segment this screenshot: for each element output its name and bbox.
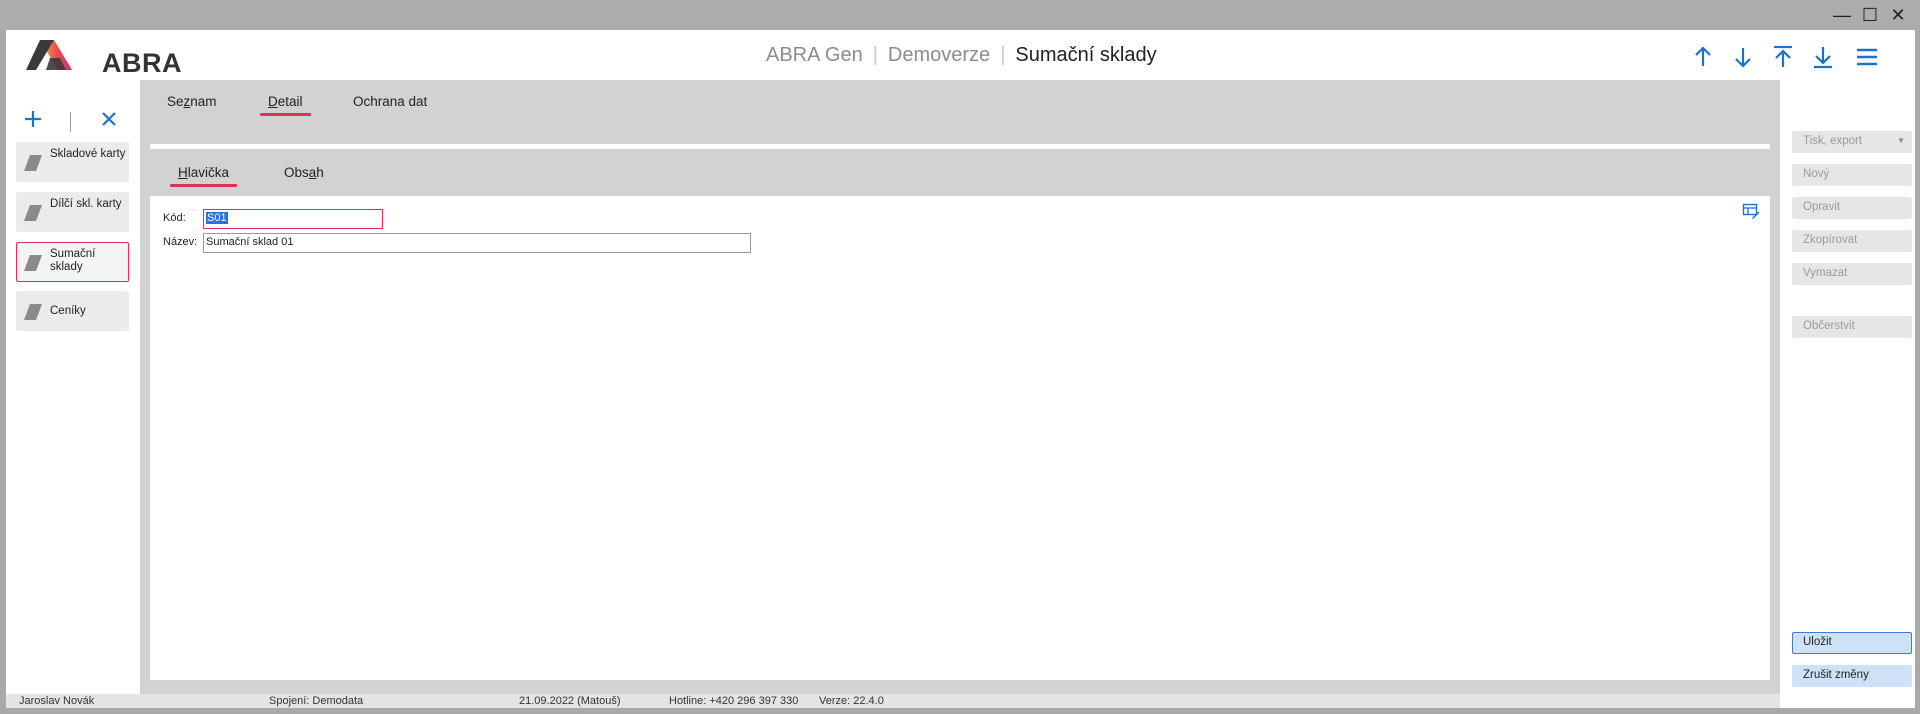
main-tabs: Seznam Detail Ochrana dat bbox=[140, 80, 1780, 126]
breadcrumb: ABRA Gen | Demoverze | Sumační sklady bbox=[766, 44, 1157, 67]
header: ABRA ABRA Gen | Demoverze | Sumační sklady bbox=[6, 30, 1915, 80]
arrow-to-bottom-icon[interactable] bbox=[1810, 44, 1836, 70]
status-bar: Jaroslav Novák Spojení: Demodata 21.09.2… bbox=[6, 694, 1780, 708]
minimize-icon[interactable]: — bbox=[1830, 3, 1854, 27]
status-connection: Spojení: Demodata bbox=[269, 695, 364, 707]
button-label: Tisk, export bbox=[1803, 135, 1863, 147]
tabs-divider bbox=[150, 144, 1770, 149]
status-hotline: Hotline: +420 296 397 330 bbox=[669, 695, 799, 707]
abra-logo: ABRA bbox=[26, 38, 182, 78]
tab-ochrana-dat[interactable]: Ochrana dat bbox=[353, 94, 427, 109]
tab-label: etail bbox=[277, 94, 303, 109]
detail-form: Kód: S01 Název: Sumační sklad 01 bbox=[150, 196, 1770, 680]
app-window: ABRA ABRA Gen | Demoverze | Sumační sklady bbox=[6, 30, 1915, 708]
nav-item-label: Dílčí skl. karty bbox=[50, 198, 122, 210]
slash-icon bbox=[24, 205, 42, 221]
sub-tabs: Hlavička Obsah bbox=[140, 150, 1780, 194]
nazev-input[interactable]: Sumační sklad 01 bbox=[203, 233, 751, 253]
edit-button[interactable]: Opravit bbox=[1792, 197, 1912, 219]
window-titlebar: — ☐ ✕ bbox=[0, 0, 1920, 30]
slash-icon bbox=[24, 155, 42, 171]
nav-item-label: Skladové karty bbox=[50, 148, 126, 160]
tab-label: nam bbox=[190, 94, 217, 109]
breadcrumb-separator: | bbox=[1000, 44, 1006, 66]
tab-label: Obs bbox=[284, 165, 309, 180]
page-title: Sumační sklady bbox=[1015, 44, 1157, 66]
breadcrumb-item[interactable]: Demoverze bbox=[888, 44, 990, 66]
tab-label: lavička bbox=[187, 165, 230, 180]
nazev-label: Název: bbox=[163, 236, 198, 248]
kod-label: Kód: bbox=[163, 212, 186, 224]
logo-text: ABRA bbox=[102, 48, 182, 78]
nav-item-skladove-karty[interactable]: Skladové karty bbox=[16, 142, 129, 182]
breadcrumb-item[interactable]: ABRA Gen bbox=[766, 44, 863, 66]
arrow-up-icon[interactable] bbox=[1690, 44, 1716, 70]
nav-item-dilci-skl-karty[interactable]: Dílčí skl. karty bbox=[16, 192, 129, 232]
remove-icon[interactable] bbox=[98, 108, 120, 130]
slash-icon bbox=[24, 304, 42, 320]
refresh-button[interactable]: Občerstvit bbox=[1792, 316, 1912, 338]
caret-down-icon: ▼ bbox=[1897, 136, 1905, 145]
maximize-icon[interactable]: ☐ bbox=[1858, 3, 1882, 27]
status-version: Verze: 22.4.0 bbox=[819, 695, 884, 707]
arrow-down-icon[interactable] bbox=[1730, 44, 1756, 70]
close-icon[interactable]: ✕ bbox=[1886, 3, 1910, 27]
left-panel: Skladové karty Dílčí skl. karty Sumační … bbox=[6, 80, 140, 694]
tab-label-hotkey: D bbox=[268, 94, 278, 109]
tab-obsah[interactable]: Obsah bbox=[284, 165, 324, 180]
nav-item-label: Ceníky bbox=[50, 305, 86, 317]
add-icon[interactable] bbox=[22, 108, 44, 130]
tab-label: h bbox=[316, 165, 324, 180]
tab-label-hotkey: H bbox=[178, 165, 188, 180]
kod-input[interactable]: S01 bbox=[203, 209, 383, 229]
status-user: Jaroslav Novák bbox=[19, 695, 95, 707]
tab-hlavicka[interactable]: Hlavička bbox=[169, 165, 238, 187]
copy-button[interactable]: Zkopírovat bbox=[1792, 230, 1912, 252]
hamburger-menu-icon[interactable] bbox=[1854, 44, 1880, 70]
right-action-panel: Tisk, export ▼ Nový Opravit Zkopírovat Vy… bbox=[1780, 80, 1915, 708]
breadcrumb-separator: | bbox=[872, 44, 878, 66]
tab-label: Se bbox=[167, 94, 184, 109]
status-date: 21.09.2022 (Matouš) bbox=[519, 695, 621, 707]
arrow-to-top-icon[interactable] bbox=[1770, 44, 1796, 70]
kod-value: S01 bbox=[206, 212, 228, 224]
new-button[interactable]: Nový bbox=[1792, 164, 1912, 186]
slash-icon bbox=[24, 255, 42, 271]
abra-logo-icon bbox=[26, 40, 72, 70]
print-export-dropdown[interactable]: Tisk, export ▼ bbox=[1792, 131, 1912, 153]
nav-item-ceniky[interactable]: Ceníky bbox=[16, 291, 129, 331]
tab-label: Ochrana dat bbox=[353, 94, 428, 109]
cancel-changes-button[interactable]: Zrušit změny bbox=[1792, 665, 1912, 687]
save-button[interactable]: Uložit bbox=[1792, 632, 1912, 654]
nav-item-sumacni-sklady[interactable]: Sumační sklady bbox=[16, 242, 129, 282]
form-layout-edit-icon[interactable] bbox=[1742, 202, 1760, 220]
delete-button[interactable]: Vymazat bbox=[1792, 263, 1912, 285]
tab-detail[interactable]: Detail bbox=[260, 94, 310, 116]
left-toolbar bbox=[22, 108, 134, 134]
nav-item-label: Sumační sklady bbox=[50, 248, 96, 273]
main-area: Seznam Detail Ochrana dat Hlavička Obsah… bbox=[140, 80, 1780, 708]
tab-seznam[interactable]: Seznam bbox=[167, 94, 217, 109]
toolbar-divider bbox=[70, 112, 71, 132]
